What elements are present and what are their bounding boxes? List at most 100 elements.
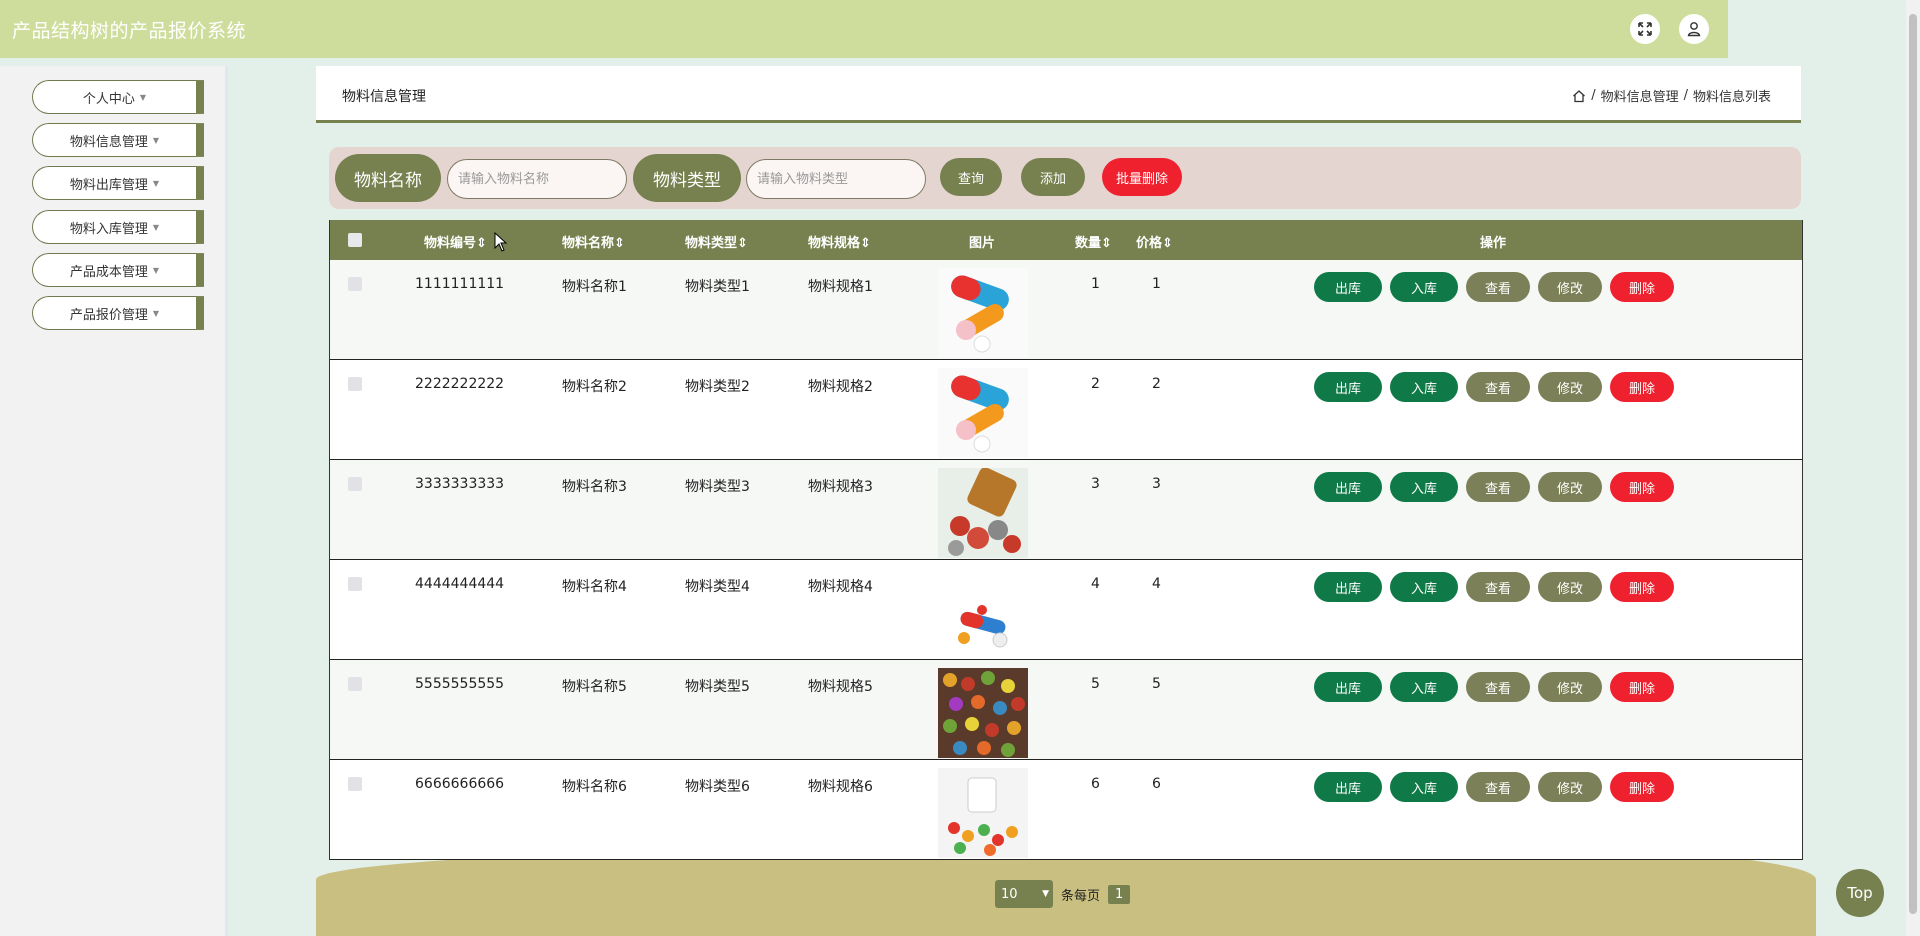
fullscreen-button[interactable] [1630,14,1660,44]
inbound-button[interactable]: 入库 [1390,272,1458,302]
user-menu-button[interactable] [1679,14,1709,44]
breadcrumb-item[interactable]: 物料信息管理 [1601,86,1679,105]
inbound-button[interactable]: 入库 [1390,772,1458,802]
chevron-down-icon: ▼ [152,222,160,232]
view-button[interactable]: 查看 [1466,272,1530,302]
sidebar-item-label: 产品成本管理 [69,264,148,280]
sidebar-item-product-cost[interactable]: 产品成本管理 ▼ [32,253,204,287]
delete-button[interactable]: 删除 [1610,572,1674,602]
material-name: 物料名称3 [562,479,627,495]
edit-button[interactable]: 修改 [1538,372,1602,402]
chevron-down-icon: ▼ [139,92,147,102]
back-to-top-button[interactable]: Top [1836,869,1884,917]
outbound-button[interactable]: 出库 [1314,772,1382,802]
sort-icon: ⇕ [860,236,871,251]
edit-button[interactable]: 修改 [1538,272,1602,302]
outbound-button[interactable]: 出库 [1314,572,1382,602]
column-header-qty[interactable]: 数量⇕ [1075,232,1112,251]
material-name-input[interactable] [447,159,627,199]
material-name: 物料名称5 [562,679,627,695]
inbound-button[interactable]: 入库 [1390,472,1458,502]
inbound-button[interactable]: 入库 [1390,372,1458,402]
sidebar-item-material-info[interactable]: 物料信息管理 ▼ [32,123,204,157]
row-checkbox[interactable] [348,577,362,591]
view-button[interactable]: 查看 [1466,372,1530,402]
view-button[interactable]: 查看 [1466,472,1530,502]
column-header-code[interactable]: 物料编号⇕ [424,232,487,251]
per-page-label: 条每页 [1061,888,1101,904]
page-size-value: 10 [1001,886,1018,902]
material-qty: 2 [1091,376,1100,392]
row-checkbox[interactable] [348,477,362,491]
row-checkbox[interactable] [348,377,362,391]
column-header-actions: 操作 [1480,236,1507,251]
delete-button[interactable]: 删除 [1610,672,1674,702]
material-qty: 3 [1091,476,1100,492]
batch-delete-button[interactable]: 批量删除 [1102,158,1182,196]
outbound-button[interactable]: 出库 [1314,372,1382,402]
top-header-bar: 产品结构树的产品报价系统 [0,0,1728,58]
sidebar-item-material-outbound[interactable]: 物料出库管理 ▼ [32,166,204,200]
inbound-button[interactable]: 入库 [1390,672,1458,702]
sidebar-item-label: 物料信息管理 [69,134,148,150]
pagination: 10 ▼ 条每页 1 [995,880,1131,908]
material-code: 5555555555 [415,676,505,692]
outbound-button[interactable]: 出库 [1314,272,1382,302]
delete-button[interactable]: 删除 [1610,472,1674,502]
table-row: 4444444444 物料名称4 物料类型4 物料规格4 4 4 出库 入库 查… [330,560,1802,660]
page-scrollbar[interactable] [1906,0,1920,936]
add-button[interactable]: 添加 [1021,158,1085,196]
table-row: 1111111111 物料名称1 物料类型1 物料规格1 1 1 出库 入库 查… [330,260,1802,360]
sidebar-item-label: 物料出库管理 [69,177,148,193]
material-qty: 5 [1091,676,1100,692]
material-price: 3 [1152,476,1161,492]
column-header-name[interactable]: 物料名称⇕ [562,232,625,251]
column-header-spec[interactable]: 物料规格⇕ [808,232,871,251]
row-checkbox[interactable] [348,777,362,791]
column-header-price[interactable]: 价格⇕ [1136,232,1173,251]
home-icon[interactable] [1572,89,1586,103]
sidebar-item-product-quote[interactable]: 产品报价管理 ▼ [32,296,204,330]
table-row: 5555555555 物料名称5 物料类型5 物料规格5 5 5 出库 入库 查… [330,660,1802,760]
material-spec: 物料规格3 [808,479,873,495]
delete-button[interactable]: 删除 [1610,272,1674,302]
sidebar-item-personal-center[interactable]: 个人中心 ▼ [32,80,204,114]
material-spec: 物料规格5 [808,679,873,695]
material-name: 物料名称6 [562,779,627,795]
edit-button[interactable]: 修改 [1538,572,1602,602]
view-button[interactable]: 查看 [1466,772,1530,802]
row-checkbox[interactable] [348,277,362,291]
edit-button[interactable]: 修改 [1538,772,1602,802]
material-thumbnail [938,468,1028,558]
inbound-button[interactable]: 入库 [1390,572,1458,602]
select-all-checkbox[interactable] [348,233,362,247]
material-spec: 物料规格4 [808,579,873,595]
row-checkbox[interactable] [348,677,362,691]
edit-button[interactable]: 修改 [1538,472,1602,502]
material-thumbnail [938,668,1028,758]
material-spec: 物料规格6 [808,779,873,795]
scrollbar-thumb[interactable] [1909,14,1917,914]
outbound-button[interactable]: 出库 [1314,672,1382,702]
view-button[interactable]: 查看 [1466,572,1530,602]
query-button[interactable]: 查询 [940,158,1002,196]
sidebar-item-material-inbound[interactable]: 物料入库管理 ▼ [32,210,204,244]
material-type: 物料类型2 [685,379,750,395]
material-type-input[interactable] [746,159,926,199]
delete-button[interactable]: 删除 [1610,772,1674,802]
material-type: 物料类型1 [685,279,750,295]
page-size-select[interactable]: 10 ▼ [995,880,1053,908]
sort-icon: ⇕ [614,236,625,251]
material-code: 6666666666 [415,776,505,792]
column-header-type[interactable]: 物料类型⇕ [685,232,748,251]
outbound-button[interactable]: 出库 [1314,472,1382,502]
delete-button[interactable]: 删除 [1610,372,1674,402]
edit-button[interactable]: 修改 [1538,672,1602,702]
user-icon [1687,22,1701,37]
material-type: 物料类型6 [685,779,750,795]
material-name: 物料名称2 [562,379,627,395]
view-button[interactable]: 查看 [1466,672,1530,702]
page-number-current[interactable]: 1 [1108,884,1131,904]
breadcrumb-separator: / [1683,88,1688,103]
material-spec: 物料规格2 [808,379,873,395]
